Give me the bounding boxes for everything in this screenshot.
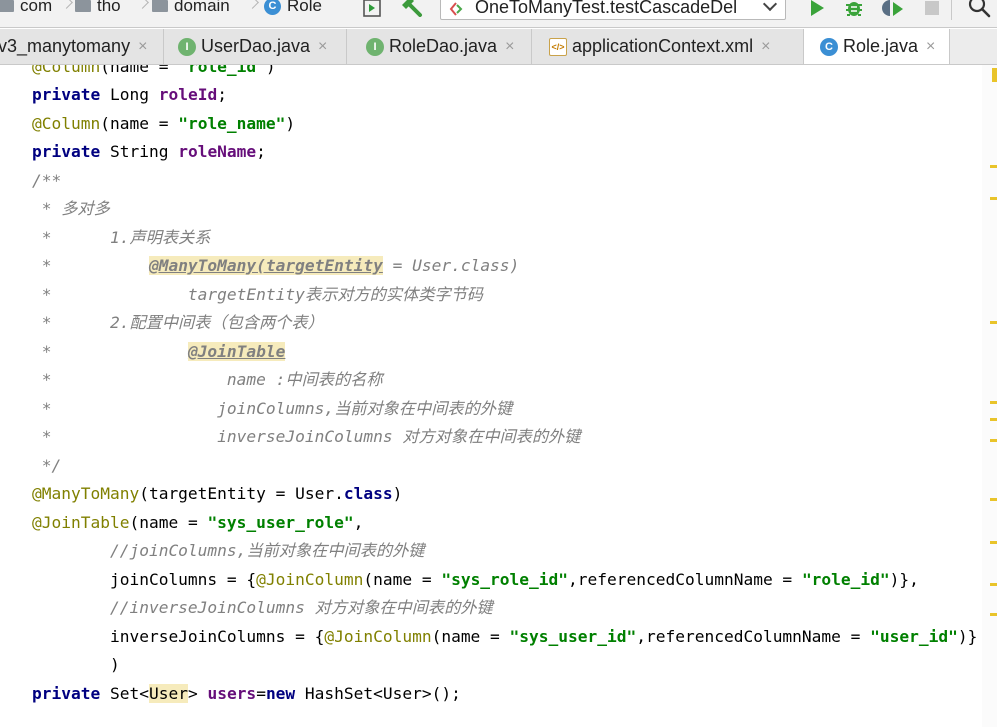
class-icon: C bbox=[820, 37, 838, 56]
interface-icon: I bbox=[178, 37, 196, 56]
code-line: //joinColumns,当前对象在中间表的外键 bbox=[32, 541, 425, 560]
warning-marker[interactable] bbox=[990, 541, 997, 544]
code-editor[interactable]: @Column(name = "role_id") private Long r… bbox=[0, 65, 997, 727]
code-line: inverseJoinColumns = {@JoinColumn(name =… bbox=[32, 627, 978, 646]
search-icon[interactable] bbox=[966, 0, 994, 18]
breadcrumb-domain[interactable]: domain bbox=[152, 0, 230, 15]
code-line: private Set<User> users=new HashSet<User… bbox=[32, 684, 461, 703]
code-line: * 多对多 bbox=[32, 199, 110, 218]
tab-label: RoleDao.java bbox=[389, 36, 498, 56]
warning-marker[interactable] bbox=[990, 613, 997, 616]
breadcrumb-separator-icon bbox=[62, 0, 70, 14]
code-line: * 1.声明表关系 bbox=[32, 228, 211, 247]
spring-xml-icon: </> bbox=[549, 37, 567, 56]
warning-marker[interactable] bbox=[990, 197, 997, 200]
test-config-icon bbox=[449, 0, 463, 16]
tab-roledao-java[interactable]: I RoleDao.java × bbox=[347, 29, 532, 64]
warning-marker[interactable] bbox=[990, 439, 997, 442]
code-line: ) bbox=[32, 655, 120, 674]
close-icon[interactable]: × bbox=[926, 38, 935, 56]
error-stripe[interactable] bbox=[982, 65, 997, 727]
close-icon[interactable]: × bbox=[761, 38, 770, 56]
code-line: @ManyToMany(targetEntity = User.class) bbox=[32, 484, 403, 503]
warning-marker[interactable] bbox=[992, 68, 997, 82]
breadcrumb-separator-icon bbox=[248, 0, 256, 14]
close-icon[interactable]: × bbox=[318, 38, 327, 56]
code-line: */ bbox=[32, 456, 62, 475]
warning-marker[interactable] bbox=[990, 498, 997, 501]
tab-label: UserDao.java bbox=[201, 36, 311, 56]
breadcrumb-label: tho bbox=[97, 0, 121, 15]
breadcrumb-separator-icon bbox=[138, 0, 146, 14]
code-line: * @JoinTable bbox=[32, 342, 286, 361]
folder-icon bbox=[75, 0, 91, 12]
close-icon[interactable]: × bbox=[505, 38, 514, 56]
code-line: @JoinTable(name = "sys_user_role", bbox=[32, 513, 364, 532]
folder-icon bbox=[152, 0, 168, 12]
structure-icon[interactable] bbox=[361, 0, 383, 18]
code-line: * targetEntity表示对方的实体类字节码 bbox=[32, 285, 483, 304]
tab-userdao-java[interactable]: I UserDao.java × bbox=[164, 29, 347, 64]
stop-icon[interactable] bbox=[921, 0, 943, 18]
close-icon[interactable]: × bbox=[138, 38, 147, 56]
chevron-down-icon bbox=[762, 0, 778, 12]
code-line: * joinColumns,当前对象在中间表的外键 bbox=[32, 399, 513, 418]
code-line: * @ManyToMany(targetEntity = User.class) bbox=[32, 256, 520, 275]
breadcrumb-com[interactable]: com bbox=[0, 0, 52, 15]
breadcrumb-role[interactable]: C Role bbox=[264, 0, 322, 15]
run-configuration-select[interactable]: OneToManyTest.testCascadeDel bbox=[440, 0, 786, 20]
tab-label: applicationContext.xml bbox=[572, 36, 754, 56]
toolbar-divider bbox=[951, 0, 952, 20]
warning-marker[interactable] bbox=[990, 583, 997, 586]
editor-tab-bar: v3_manytomany × I UserDao.java × I RoleD… bbox=[0, 29, 997, 65]
warning-marker[interactable] bbox=[990, 165, 997, 168]
code-line: * inverseJoinColumns 对方对象在中间表的外键 bbox=[32, 427, 581, 446]
code-line: //inverseJoinColumns 对方对象在中间表的外键 bbox=[32, 598, 493, 617]
breadcrumb-label: com bbox=[20, 0, 53, 15]
tab-v3-manytomany[interactable]: v3_manytomany × bbox=[0, 29, 164, 64]
tab-applicationcontext-xml[interactable]: </> applicationContext.xml × bbox=[532, 29, 804, 64]
tab-label: Role.java bbox=[843, 36, 919, 56]
tab-label: v3_manytomany bbox=[0, 36, 131, 56]
breadcrumb-tho[interactable]: tho bbox=[75, 0, 121, 15]
class-icon: C bbox=[264, 0, 281, 15]
interface-icon: I bbox=[366, 37, 384, 56]
warning-marker[interactable] bbox=[990, 418, 997, 421]
code-line: private String roleName; bbox=[32, 142, 266, 161]
breadcrumb-label: domain bbox=[174, 0, 230, 15]
breadcrumb-label: Role bbox=[287, 0, 322, 15]
run-configuration-label: OneToManyTest.testCascadeDel bbox=[475, 0, 738, 17]
code-line: private Long roleId; bbox=[32, 85, 227, 104]
code-line: @Column(name = "role_name") bbox=[32, 114, 296, 133]
code-line: joinColumns = {@JoinColumn(name = "sys_r… bbox=[32, 570, 919, 589]
warning-marker[interactable] bbox=[990, 321, 997, 324]
run-icon[interactable] bbox=[806, 0, 828, 18]
tab-role-java[interactable]: C Role.java × bbox=[804, 29, 950, 64]
build-hammer-icon[interactable] bbox=[398, 0, 424, 17]
debug-icon[interactable] bbox=[842, 0, 866, 18]
coverage-icon[interactable] bbox=[881, 0, 907, 18]
code-line: /** bbox=[32, 171, 62, 190]
code-line: @Column(name = "role_id") bbox=[32, 65, 276, 76]
code-line: * 2.配置中间表（包含两个表） bbox=[32, 313, 324, 332]
navigation-bar: com tho domain C Role OneToManyTest.test… bbox=[0, 0, 997, 28]
warning-marker[interactable] bbox=[990, 401, 997, 404]
folder-icon bbox=[0, 0, 14, 12]
code-line: * name :中间表的名称 bbox=[32, 370, 383, 389]
